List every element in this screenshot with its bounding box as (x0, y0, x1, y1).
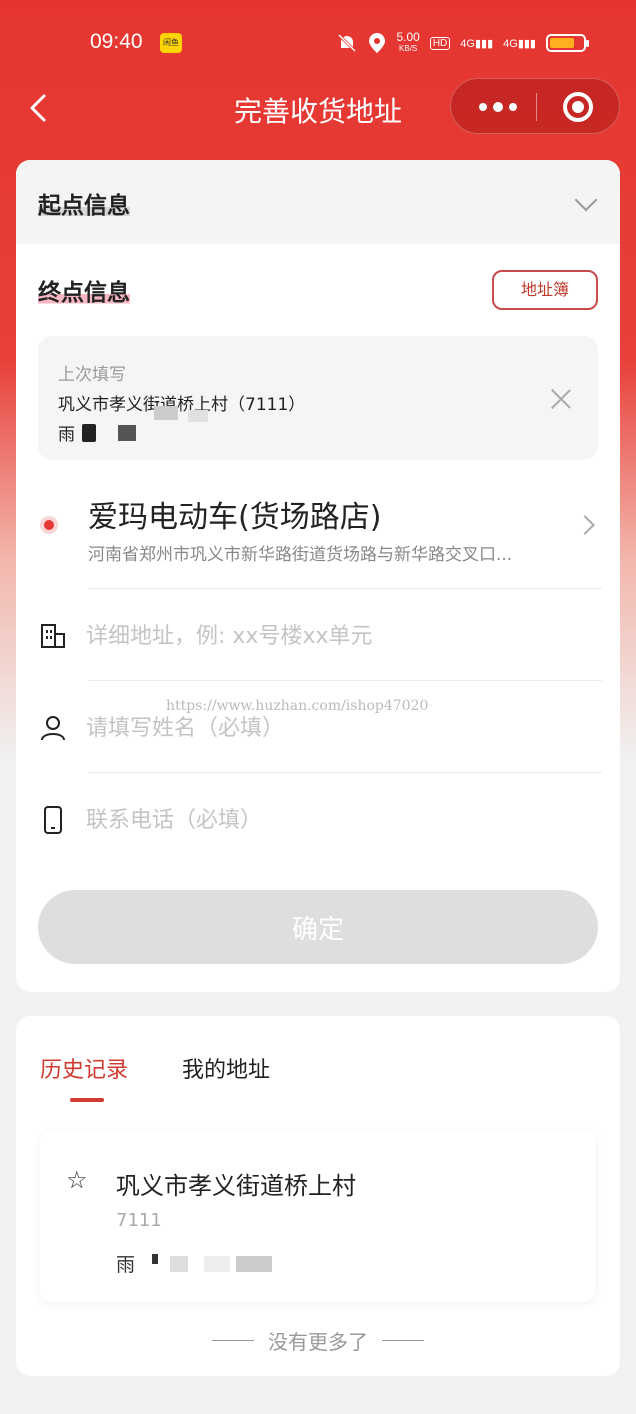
redaction-mark (82, 424, 96, 442)
no-more-label: 没有更多了 (268, 1330, 368, 1354)
record-name: 雨 (116, 1254, 136, 1276)
location-dot-icon (40, 516, 58, 534)
redaction-mark (118, 425, 136, 441)
history-card: 历史记录 我的地址 ☆ 巩义市孝义街道桥上村 7111 雨 没有更多了 (16, 1016, 620, 1376)
start-info-section[interactable]: 起点信息 (16, 160, 620, 244)
history-record[interactable]: ☆ 巩义市孝义街道桥上村 7111 雨 (40, 1130, 596, 1302)
chevron-right-icon (575, 515, 595, 535)
divider (88, 772, 602, 773)
miniprogram-capsule (450, 78, 620, 134)
divider (88, 680, 602, 681)
redaction-mark (236, 1256, 272, 1272)
phone-row (16, 774, 620, 866)
place-address: 河南省郑州市巩义市新华路街道货场路与新华路交叉口... (88, 545, 513, 565)
mute-bell-icon (338, 33, 357, 53)
redaction-mark (170, 1256, 188, 1272)
address-form-card: 起点信息 终点信息 地址簿 上次填写 巩义市孝义街道桥上村（7111） 雨 爱玛… (16, 160, 620, 992)
star-icon[interactable]: ☆ (66, 1166, 88, 1194)
record-title: 巩义市孝义街道桥上村 (116, 1172, 356, 1200)
detail-address-row (16, 590, 620, 682)
phone-icon (44, 806, 62, 834)
battery-icon (546, 34, 589, 52)
no-more-text: 没有更多了 (16, 1326, 620, 1355)
close-icon[interactable] (550, 388, 572, 410)
tab-active-indicator (70, 1098, 104, 1102)
tab-history[interactable]: 历史记录 (40, 1052, 128, 1084)
divider (88, 588, 602, 589)
last-filled-address: 巩义市孝义街道桥上村（7111） (58, 395, 306, 415)
start-info-title: 起点信息 (38, 186, 130, 220)
status-bar: 09:40 闲鱼 5.00 KB/S HD 4G▮▮▮ 4G▮▮▮ (0, 0, 636, 86)
last-filled-suggestion[interactable]: 上次填写 巩义市孝义街道桥上村（7111） 雨 (38, 336, 598, 460)
address-book-button[interactable]: 地址簿 (492, 270, 598, 310)
network-speed: 5.00 KB/S (396, 30, 420, 53)
name-row (16, 682, 620, 774)
more-dots-icon[interactable] (473, 79, 523, 135)
watermark-url: https://www.huzhan.com/ishop47020 (166, 698, 429, 714)
status-icons: 5.00 KB/S HD 4G▮▮▮ 4G▮▮▮ (336, 26, 589, 60)
signal-icon-2: 4G▮▮▮ (503, 37, 536, 50)
signal-icon: 4G▮▮▮ (460, 37, 494, 50)
confirm-button[interactable]: 确定 (38, 890, 598, 964)
battery-level (550, 38, 574, 48)
app-notification-icon: 闲鱼 (160, 33, 182, 53)
redaction-mark (152, 1254, 158, 1264)
divider-line (382, 1340, 424, 1341)
redaction-mark (204, 1256, 230, 1272)
status-time: 09:40 (90, 30, 143, 53)
record-code: 7111 (116, 1210, 162, 1231)
location-icon (369, 33, 386, 53)
divider-line (212, 1340, 254, 1341)
phone-input[interactable] (86, 798, 586, 842)
place-name: 爱玛电动车(货场路店) (88, 500, 382, 535)
hd-voice-icon: HD (429, 36, 451, 50)
end-info-title: 终点信息 (38, 273, 130, 307)
redaction-mark (188, 410, 208, 422)
chevron-down-icon[interactable] (574, 188, 598, 212)
selected-place-row[interactable]: 爱玛电动车(货场路店) 河南省郑州市巩义市新华路街道货场路与新华路交叉口... (16, 486, 620, 588)
building-icon (41, 624, 65, 648)
redaction-mark (154, 406, 178, 420)
tab-my-addresses[interactable]: 我的地址 (182, 1052, 270, 1084)
capsule-divider (536, 93, 537, 121)
last-filled-name: 雨 (58, 425, 75, 445)
detail-address-input[interactable] (86, 614, 586, 658)
close-miniprogram-icon[interactable] (563, 92, 593, 122)
last-filled-label: 上次填写 (58, 365, 126, 385)
person-icon (41, 716, 65, 741)
nav-bar: 完善收货地址 (0, 78, 636, 138)
